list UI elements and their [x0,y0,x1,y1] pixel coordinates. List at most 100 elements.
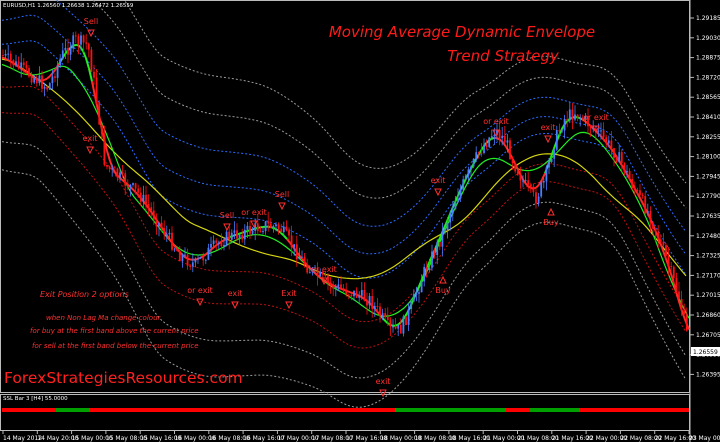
candle-body [168,232,171,235]
candle-body [542,181,545,183]
ssl-bar-indicator [2,408,689,412]
candle-body [524,180,527,182]
candle-body [15,61,17,66]
price-label: 1.28255 [696,134,720,141]
candle-body [282,226,285,232]
candle-body [527,180,530,185]
candle-body [532,186,535,193]
candle-body [607,140,610,144]
candle-body [394,326,397,329]
candle-body [680,299,683,310]
signal-label: Sell [220,211,234,220]
candle-body [285,226,288,231]
candle-body [67,47,69,55]
candle-body [113,167,116,169]
price-label: 1.28875 [696,55,720,62]
candle-body [602,130,605,138]
candle-body [342,288,345,290]
candle-body [537,196,540,204]
candle-body [381,313,384,317]
ssl-bar-segment [530,408,580,412]
price-label: 1.27945 [696,173,720,180]
candle-body [64,47,67,51]
note-line-3: for buy at the first band above the curr… [30,327,199,335]
signal-label: or exit [311,265,337,274]
candle-body [262,231,264,233]
candle-body [358,295,361,298]
candle-body [615,158,618,163]
candle-body [623,163,626,173]
candle-body [678,291,680,299]
candle-body [176,249,179,252]
candle-body [106,165,108,167]
candle-body [675,277,678,292]
candle-body [397,324,400,329]
candle-body [56,65,59,78]
candle-body [464,175,467,180]
candle-body [392,326,394,328]
price-label: 1.28410 [696,114,720,121]
candle-body [509,140,511,160]
candle-body [93,71,95,78]
candle-body [225,231,228,245]
candle-body [646,211,649,214]
candle-body [477,152,480,154]
candle-body [441,231,444,247]
price-label: 1.27635 [696,213,720,220]
candle-body [431,251,433,268]
candle-body [275,224,277,227]
candle-body [61,50,64,59]
nonlag-ma-segment [1,56,6,60]
candle-body [259,231,262,233]
candle-body [207,247,210,260]
ssl-bar-segment [580,408,689,412]
candle-body [46,86,49,90]
candle-body [12,60,15,66]
candle-body [124,173,127,186]
candle-body [561,130,563,132]
candle-body [454,201,457,210]
candle-body [100,124,103,135]
candle-body [347,294,350,296]
candle-body [662,241,665,246]
candle-body [236,230,238,239]
mt4-chart[interactable]: EURUSD,H1 1.26560 1.26638 1.26472 1.2655… [0,0,720,442]
candle-body [503,135,506,143]
candle-body [22,62,25,66]
candle-body [80,35,82,45]
candle-body [639,190,641,195]
price-label: 1.27790 [696,193,720,200]
price-label: 1.27480 [696,233,720,240]
candle-body [121,172,124,174]
candle-body [618,152,621,163]
candle-body [280,228,283,232]
candle-body [368,296,371,306]
candle-body [490,136,493,138]
candle-body [483,144,485,153]
price-label: 1.28100 [696,154,720,161]
signal-label: exit [541,123,556,132]
candle-body [550,158,553,162]
candle-body [363,290,366,301]
candle-body [264,221,267,232]
candle-body [545,167,548,181]
candle-body [519,174,522,181]
candle-body [145,194,147,204]
candle-body [553,149,556,159]
candle-body [389,319,392,327]
candle-body [103,134,106,165]
candle-body [30,76,33,83]
candle-body [535,192,537,204]
candle-body [633,188,636,191]
candle-body [467,169,470,176]
candle-body [189,265,192,267]
candle-body [605,137,608,144]
candle-body [202,257,205,261]
brand-watermark: ForexStrategiesResources.com [4,369,243,387]
candle-body [576,114,579,118]
candle-body [33,78,36,83]
candle-body [462,179,465,189]
candle-body [438,242,441,247]
candle-body [329,282,332,285]
candle-body [269,223,272,228]
